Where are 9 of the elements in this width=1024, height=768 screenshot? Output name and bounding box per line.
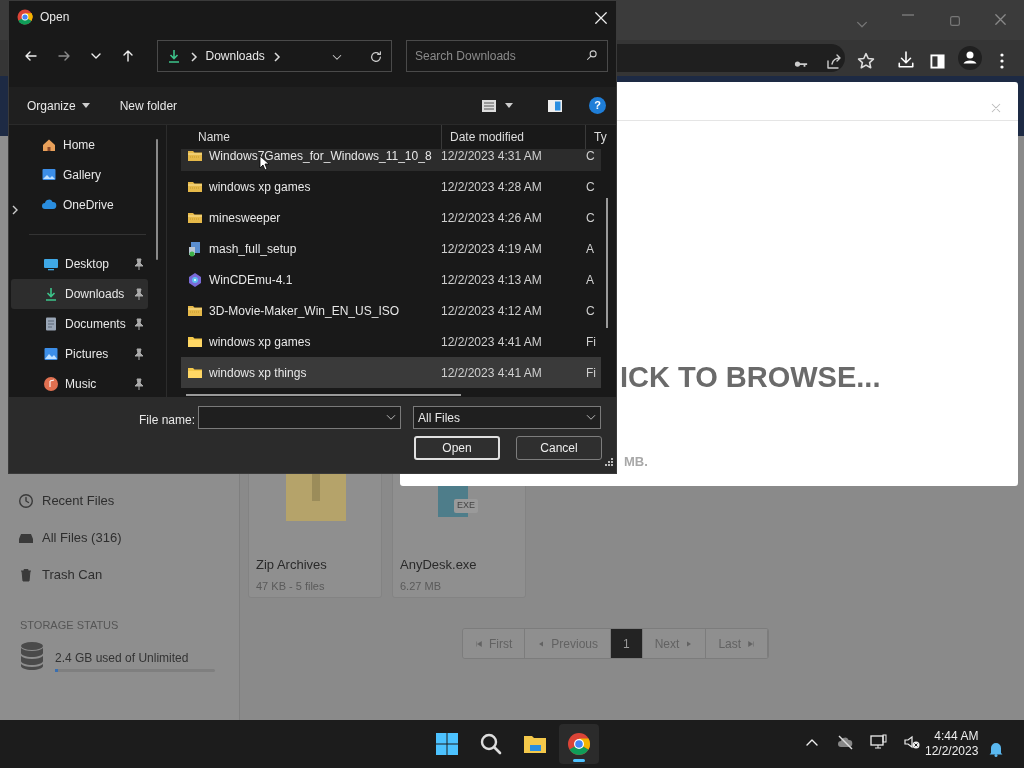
card-title: AnyDesk.exe xyxy=(400,556,477,574)
storage-text: 2.4 GB used of Unlimited xyxy=(55,650,189,667)
card-title: Zip Archives xyxy=(256,556,327,574)
field-label: File name: xyxy=(139,412,196,429)
size-note: MB. xyxy=(624,453,648,471)
file-badge: EXE xyxy=(454,499,478,513)
section-heading: STORAGE STATUS xyxy=(20,618,119,633)
drop-zone-heading: ICK TO BROWSE... xyxy=(620,360,881,395)
window-title: Open xyxy=(40,9,70,26)
